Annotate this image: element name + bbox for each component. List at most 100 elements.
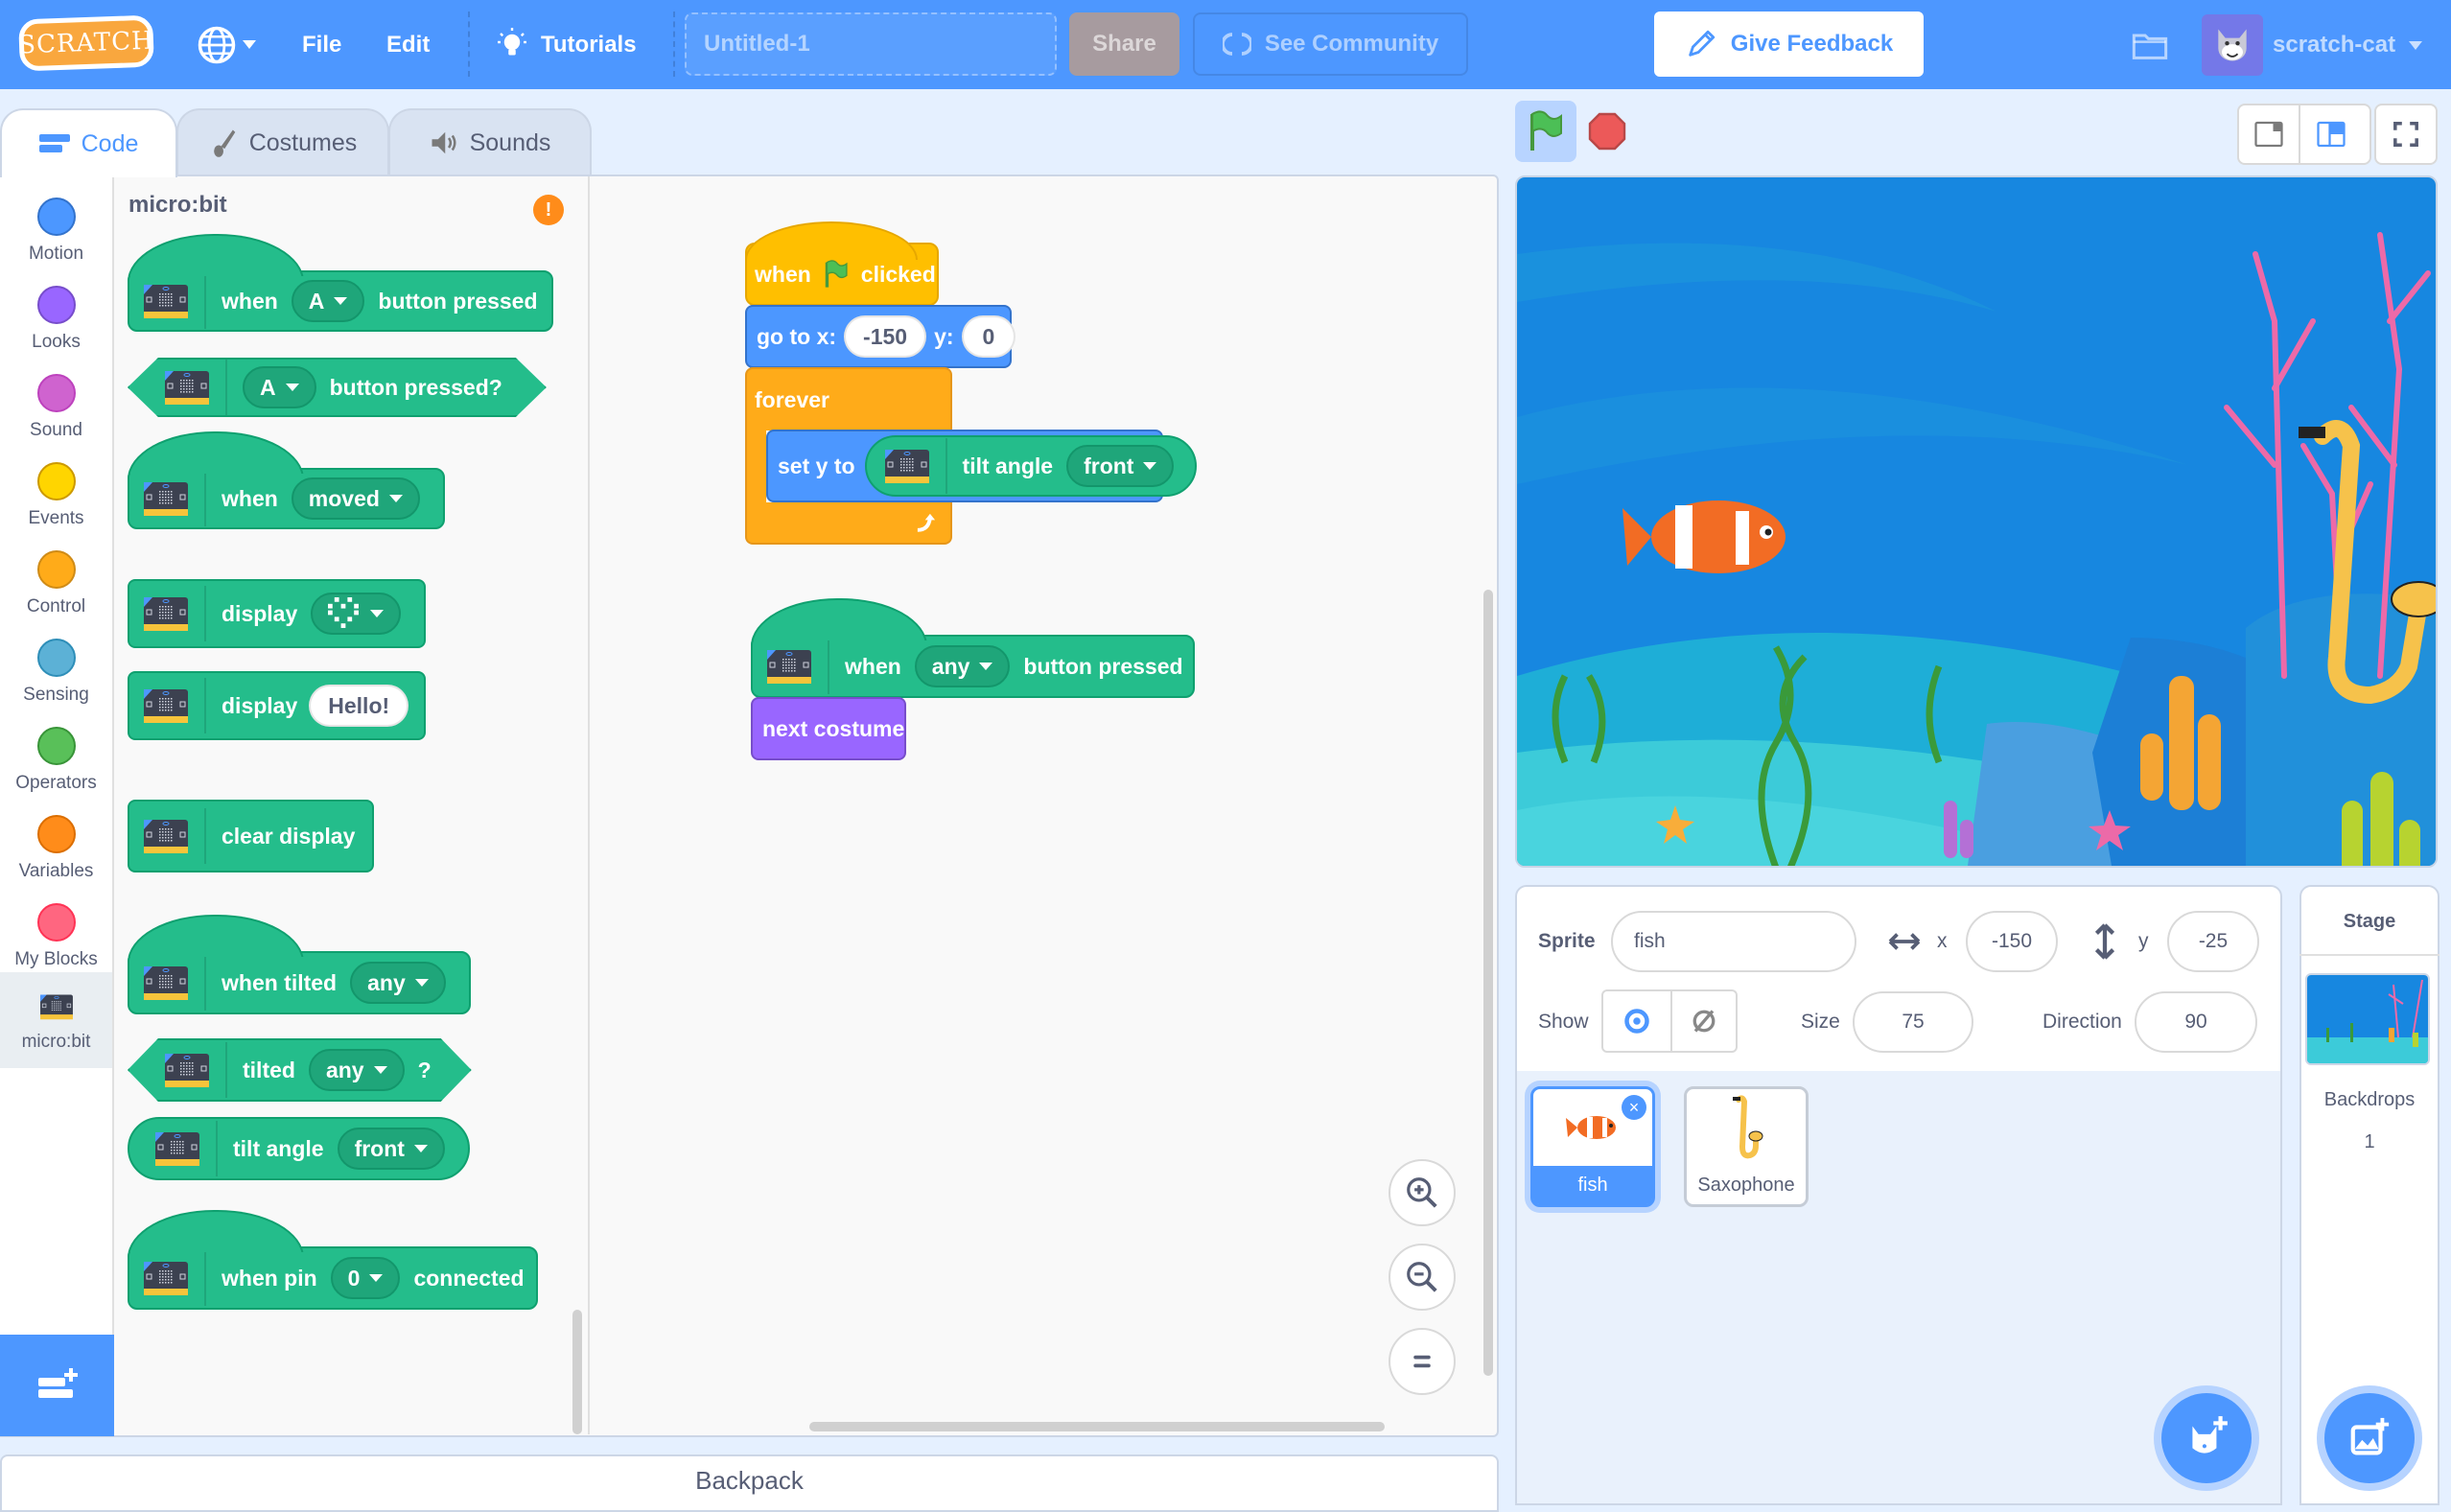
category-my-blocks[interactable]: My Blocks — [0, 892, 112, 980]
tab-label: Code — [81, 129, 139, 157]
tilt-direction-dropdown[interactable]: any — [309, 1049, 405, 1091]
file-menu[interactable]: File — [302, 0, 341, 89]
gesture-dropdown[interactable]: moved — [291, 477, 420, 520]
button-dropdown[interactable]: any — [914, 645, 1011, 687]
dropdown-arrow-icon — [334, 297, 348, 305]
zoom-out-button[interactable] — [1389, 1244, 1456, 1311]
edit-menu[interactable]: Edit — [386, 0, 430, 89]
block-text: display — [222, 692, 298, 718]
dropdown-arrow-icon — [374, 1066, 387, 1074]
tab-code[interactable]: Code — [0, 108, 177, 177]
block-tilt-angle[interactable]: tilt angle front — [128, 1117, 470, 1180]
category-control[interactable]: Control — [0, 539, 112, 627]
block-tilt-angle-reporter[interactable]: tilt angle front — [864, 435, 1198, 497]
globe-icon — [198, 26, 236, 63]
matrix-dropdown[interactable] — [311, 593, 402, 635]
add-sprite-cat-icon — [2192, 1416, 2228, 1454]
give-feedback-button[interactable]: Give Feedback — [1654, 12, 1924, 77]
tilt-direction-dropdown[interactable]: any — [350, 962, 446, 1004]
category-sound[interactable]: Sound — [0, 362, 112, 451]
events-dot-icon — [36, 462, 76, 500]
scratch-logo[interactable]: SCRATCH — [18, 14, 154, 72]
sprite-card-fish[interactable]: fish × — [1530, 1086, 1655, 1207]
block-button-pressed[interactable]: A button pressed? — [128, 358, 547, 417]
category-operators[interactable]: Operators — [0, 715, 112, 803]
block-when-moved[interactable]: when moved — [128, 468, 445, 529]
tutorials-label: Tutorials — [541, 31, 637, 58]
add-backdrop-button[interactable] — [2324, 1393, 2415, 1483]
stage-canvas[interactable] — [1515, 175, 2438, 868]
block-when-tilted[interactable]: when tilted any — [128, 951, 471, 1014]
share-button[interactable]: Share — [1069, 12, 1179, 76]
category-motion[interactable]: Motion — [0, 186, 112, 274]
block-display-text[interactable]: display Hello! — [128, 671, 427, 740]
my-stuff-button[interactable] — [2131, 0, 2169, 89]
block-tilted[interactable]: tilted any ? — [128, 1038, 472, 1102]
size-input[interactable]: 75 — [1853, 991, 1973, 1053]
backpack[interactable]: Backpack — [0, 1454, 1499, 1512]
tab-costumes[interactable]: Costumes — [176, 108, 389, 175]
tilt-direction-dropdown[interactable]: front — [337, 1128, 445, 1170]
button-dropdown[interactable]: A — [291, 280, 365, 322]
block-clear-display[interactable]: clear display — [128, 800, 375, 872]
account-menu[interactable]: scratch-cat — [2202, 14, 2432, 76]
stop-button[interactable] — [1588, 112, 1626, 151]
tab-sounds[interactable]: Sounds — [388, 108, 592, 175]
category-looks[interactable]: Looks — [0, 274, 112, 362]
fullscreen-button[interactable] — [2376, 105, 2436, 163]
block-when-flag-clicked[interactable]: when clicked — [745, 221, 939, 306]
palette-scrollbar[interactable] — [572, 1310, 582, 1434]
brush-icon — [213, 129, 236, 157]
block-text: tilted — [243, 1057, 295, 1082]
close-icon: × — [1628, 1097, 1640, 1117]
sprite-card-saxophone[interactable]: Saxophone — [1684, 1086, 1809, 1207]
x-input[interactable]: -150 — [844, 315, 927, 358]
delete-sprite-button[interactable]: × — [1622, 1095, 1646, 1120]
block-set-y-to[interactable]: set y to tilt angle front — [766, 430, 1198, 502]
pin-dropdown[interactable]: 0 — [330, 1257, 401, 1299]
workspace-horizontal-scrollbar[interactable] — [809, 1422, 1385, 1431]
block-display-pattern[interactable]: display — [128, 579, 427, 648]
reset-zoom-button[interactable] — [1389, 1328, 1456, 1395]
block-next-costume[interactable]: next costume — [751, 697, 906, 760]
block-text: button pressed? — [329, 374, 502, 400]
block-when-pin-connected[interactable]: when pin 0 connected — [128, 1246, 538, 1310]
category-microbit[interactable]: micro:bit — [0, 972, 112, 1068]
sprite-name-input[interactable]: fish — [1611, 911, 1856, 972]
hide-sprite-button[interactable] — [1670, 989, 1738, 1053]
backdrop-thumbnail[interactable] — [2305, 973, 2430, 1065]
size-label: Size — [1801, 1011, 1840, 1033]
display-text-input[interactable]: Hello! — [309, 685, 409, 727]
workspace-vertical-scrollbar[interactable] — [1483, 590, 1493, 1376]
x-position-input[interactable]: -150 — [1966, 911, 2058, 972]
add-extension-button[interactable] — [0, 1335, 114, 1436]
category-events[interactable]: Events — [0, 451, 112, 539]
add-sprite-button[interactable] — [2161, 1393, 2252, 1483]
warning-icon[interactable]: ! — [533, 195, 564, 225]
category-variables[interactable]: Variables — [0, 803, 112, 892]
tutorials-button[interactable]: Tutorials — [495, 0, 637, 89]
stage-size-toggle — [2237, 104, 2371, 165]
dropdown-arrow-icon — [413, 1145, 428, 1152]
dropdown-value: any — [325, 1057, 364, 1082]
see-community-button[interactable]: See Community — [1193, 12, 1468, 76]
green-flag-button[interactable] — [1515, 101, 1576, 162]
zoom-in-button[interactable] — [1389, 1159, 1456, 1226]
tilt-direction-dropdown[interactable]: front — [1066, 445, 1175, 487]
block-when-button-pressed[interactable]: when A button pressed — [128, 270, 553, 332]
block-go-to-xy[interactable]: go to x: -150 y: 0 — [745, 305, 1016, 368]
show-sprite-button[interactable] — [1601, 989, 1672, 1053]
block-when-any-button-pressed[interactable]: when any button pressed — [751, 635, 1195, 698]
project-title-input[interactable]: Untitled-1 — [685, 12, 1057, 76]
y-input[interactable]: 0 — [961, 315, 1016, 358]
y-position-input[interactable]: -25 — [2167, 911, 2259, 972]
direction-input[interactable]: 90 — [2135, 991, 2257, 1053]
button-dropdown[interactable]: A — [243, 366, 316, 408]
block-text: clicked — [860, 261, 936, 287]
chevron-down-icon — [2409, 40, 2423, 50]
block-forever[interactable]: forever — [745, 367, 952, 430]
small-stage-button[interactable] — [2239, 105, 2300, 163]
category-sensing[interactable]: Sensing — [0, 627, 112, 715]
language-menu[interactable] — [197, 0, 256, 89]
large-stage-button[interactable] — [2300, 105, 2362, 163]
